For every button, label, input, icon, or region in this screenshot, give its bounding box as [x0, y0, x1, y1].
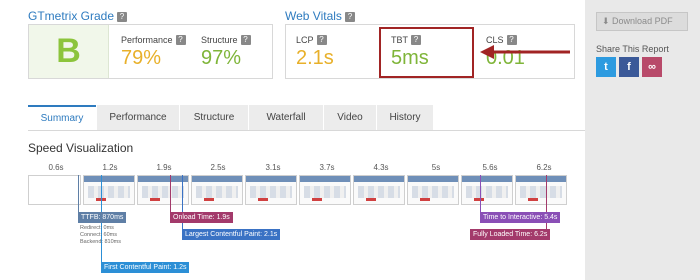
structure-label: Structure? — [201, 35, 251, 45]
lcp-marker: Largest Contentful Paint: 2.1s — [182, 229, 281, 240]
download-icon: ⬇ — [602, 16, 613, 26]
connect-text: Connect: 60ms — [80, 232, 117, 238]
twitter-icon[interactable]: t — [596, 57, 616, 77]
tab-summary[interactable]: Summary — [28, 105, 96, 131]
onload-line — [170, 175, 171, 213]
onload-marker: Onload Time: 1.9s — [170, 212, 233, 223]
grade-box: B Performance? 79% Structure? 97% — [28, 24, 273, 79]
gtmetrix-grade-title: GTmetrix Grade? — [28, 9, 128, 23]
link-icon[interactable]: ∞ — [642, 57, 662, 77]
tab-structure[interactable]: Structure — [180, 105, 248, 131]
redirect-text: Redirect: 0ms — [80, 225, 114, 231]
filmstrip-frame[interactable] — [191, 175, 243, 205]
timeline-tick: 3.7s — [319, 163, 335, 172]
tbt-highlight-box — [379, 27, 474, 78]
ttfb-marker: TTFB: 870ms — [78, 212, 127, 223]
tti-line — [480, 175, 481, 213]
share-title: Share This Report — [596, 44, 669, 54]
timeline-tick: 4.3s — [373, 163, 389, 172]
performance-value: 79% — [121, 47, 162, 69]
right-sidebar — [585, 0, 700, 280]
lcp-label: LCP? — [296, 35, 327, 45]
structure-value: 97% — [201, 47, 242, 69]
tti-marker: Time to Interactive: 5.4s — [480, 212, 561, 223]
timeline-tick: 5s — [431, 163, 441, 172]
red-arrow-icon — [480, 45, 570, 59]
download-label: Download PDF — [612, 16, 673, 26]
timeline-tick: 1.2s — [102, 163, 118, 172]
fully-loaded-marker: Fully Loaded Time: 6.2s — [470, 229, 551, 240]
help-icon[interactable]: ? — [316, 35, 327, 45]
tab-video[interactable]: Video — [324, 105, 376, 131]
timeline-tick: 1.9s — [156, 163, 172, 172]
timeline-tick: 3.1s — [265, 163, 281, 172]
filmstrip-frame[interactable] — [407, 175, 459, 205]
facebook-icon[interactable]: f — [619, 57, 639, 77]
tab-waterfall[interactable]: Waterfall — [249, 105, 323, 131]
download-pdf-button[interactable]: ⬇ Download PDF — [596, 12, 688, 31]
speed-visualization-title: Speed Visualization — [28, 141, 134, 155]
tab-history[interactable]: History — [377, 105, 433, 131]
tabs-divider — [28, 130, 585, 131]
help-icon[interactable]: ? — [344, 12, 355, 22]
filmstrip-frame[interactable] — [245, 175, 297, 205]
web-vitals-title: Web Vitals? — [285, 9, 355, 23]
timeline-tick: 0.6s — [48, 163, 64, 172]
help-icon[interactable]: ? — [240, 35, 251, 45]
performance-label: Performance? — [121, 35, 186, 45]
grade-title-text: GTmetrix Grade — [28, 9, 115, 23]
filmstrip-frame[interactable] — [515, 175, 567, 205]
lcp-value: 2.1s — [296, 47, 334, 69]
report-tabs: Summary Performance Structure Waterfall … — [28, 105, 434, 131]
vitals-title-text: Web Vitals — [285, 9, 342, 23]
structure-metric: Structure? 97% — [191, 25, 271, 78]
help-icon[interactable]: ? — [175, 35, 186, 45]
filmstrip-frame[interactable] — [299, 175, 351, 205]
help-icon[interactable]: ? — [117, 12, 128, 22]
filmstrip-frame[interactable] — [353, 175, 405, 205]
backend-text: Backend: 810ms — [80, 239, 121, 245]
filmstrip-frame[interactable] — [83, 175, 135, 205]
filmstrip-frame[interactable] — [461, 175, 513, 205]
performance-metric: Performance? 79% — [111, 25, 191, 78]
timeline-tick: 2.5s — [210, 163, 226, 172]
tab-performance[interactable]: Performance — [97, 105, 179, 131]
lcp-metric: LCP? 2.1s — [286, 25, 381, 78]
fcp-marker: First Contentful Paint: 1.2s — [101, 262, 190, 273]
grade-letter: B — [29, 25, 109, 78]
filmstrip-frame-empty[interactable] — [28, 175, 81, 205]
ttfb-line — [78, 175, 79, 213]
timeline-tick: 5.6s — [482, 163, 498, 172]
timeline-tick: 6.2s — [536, 163, 552, 172]
